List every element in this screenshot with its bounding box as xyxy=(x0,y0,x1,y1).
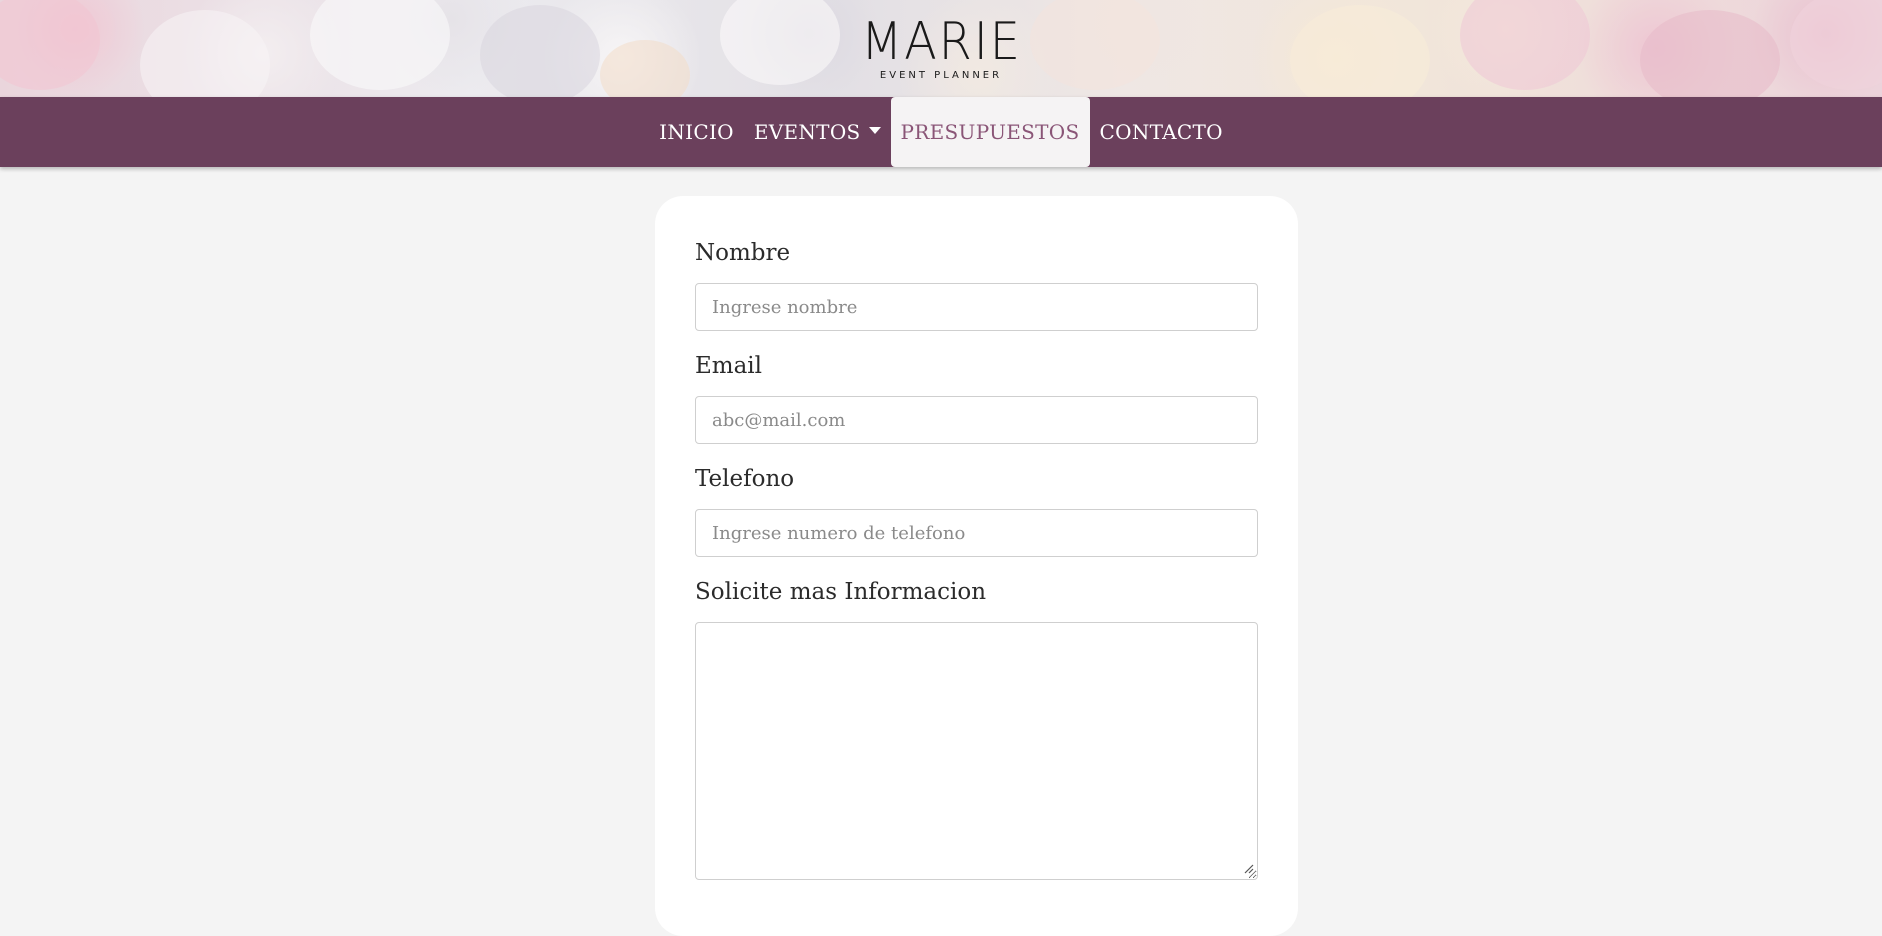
mensaje-label: Solicite mas Informacion xyxy=(695,579,987,605)
nav-item-presupuestos[interactable]: PRESUPUESTOS xyxy=(890,97,1090,167)
email-input[interactable] xyxy=(695,396,1258,444)
nombre-input[interactable] xyxy=(695,283,1258,331)
brand-name: MARIE xyxy=(860,12,1022,72)
nav-item-label: CONTACTO xyxy=(1099,120,1223,144)
nav-item-label: PRESUPUESTOS xyxy=(900,120,1080,144)
nav-item-contacto[interactable]: CONTACTO xyxy=(1090,97,1233,167)
nav-item-label: INICIO xyxy=(659,120,734,144)
main-navbar: INICIO EVENTOS PRESUPUESTOS CONTACTO xyxy=(0,97,1882,167)
caret-down-icon xyxy=(868,126,881,134)
mensaje-textarea[interactable] xyxy=(695,622,1258,880)
nombre-label: Nombre xyxy=(695,240,791,266)
telefono-label: Telefono xyxy=(695,466,795,492)
hero-banner: MARIE EVENT PLANNER xyxy=(0,0,1882,97)
email-label: Email xyxy=(695,353,763,379)
nav-item-label: EVENTOS xyxy=(753,120,861,144)
telefono-input[interactable] xyxy=(695,509,1258,557)
brand-logo[interactable]: MARIE EVENT PLANNER xyxy=(0,12,1882,81)
quote-form-card: Nombre Email Telefono Solicite mas Infor… xyxy=(655,196,1298,936)
nav-item-eventos[interactable]: EVENTOS xyxy=(744,97,891,167)
resize-handle-icon[interactable] xyxy=(1242,862,1254,874)
nav-item-inicio[interactable]: INICIO xyxy=(649,97,744,167)
